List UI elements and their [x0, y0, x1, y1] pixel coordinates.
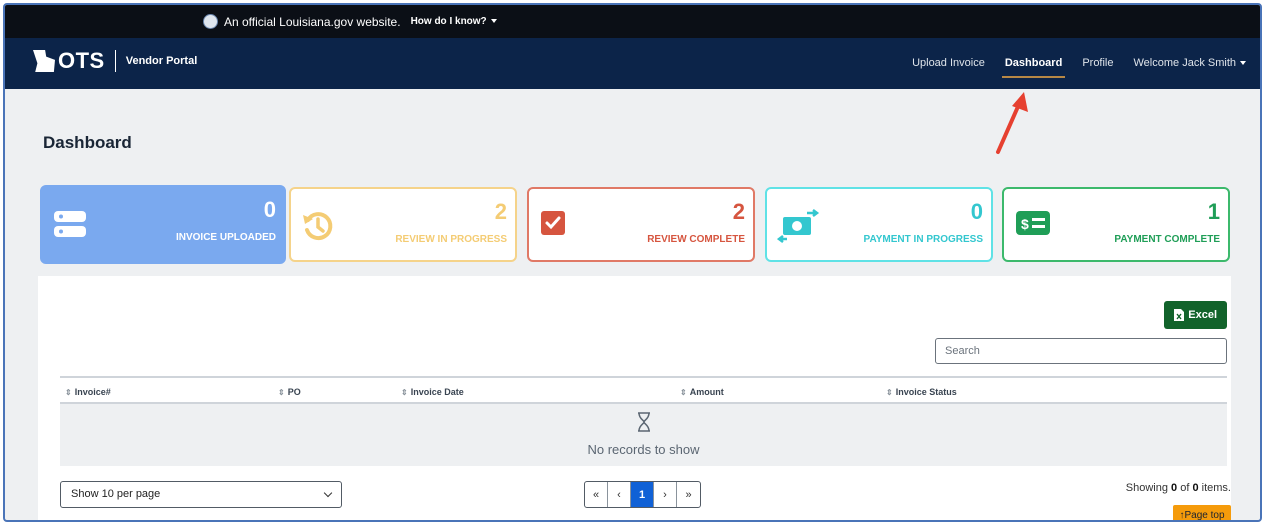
- page-1-button[interactable]: 1: [631, 482, 654, 507]
- col-invoice-date[interactable]: ⇕ Invoice Date: [401, 387, 464, 397]
- empty-state: No records to show: [60, 404, 1227, 466]
- excel-label: Excel: [1188, 309, 1217, 321]
- next-page-button[interactable]: ›: [654, 482, 677, 507]
- col-invoice-status[interactable]: ⇕ Invoice Status: [886, 387, 957, 397]
- nav-dashboard[interactable]: Dashboard: [1001, 57, 1066, 78]
- page-top-button[interactable]: ↑ Page top: [1173, 505, 1231, 521]
- excel-export-button[interactable]: Excel: [1164, 301, 1227, 329]
- how-do-i-know-label: How do I know?: [410, 16, 487, 27]
- prev-page-button[interactable]: ‹: [608, 482, 631, 507]
- last-page-button[interactable]: »: [677, 482, 700, 507]
- checkbox-icon: [541, 211, 565, 235]
- sort-icon: ⇕: [278, 388, 285, 397]
- logo-divider: [114, 50, 116, 72]
- card-label: REVIEW COMPLETE: [647, 234, 745, 245]
- invoice-table: ⇕ Invoice# ⇕ PO ⇕ Invoice Date ⇕ Amount ⇕ Inv…: [60, 376, 1227, 466]
- card-count: 1: [1207, 199, 1220, 224]
- dollar-list-icon: $: [1016, 211, 1050, 235]
- file-excel-icon: [1174, 309, 1185, 321]
- card-review-in-progress[interactable]: 2 REVIEW IN PROGRESS: [289, 187, 517, 262]
- card-count: 0: [970, 199, 983, 224]
- card-count: 2: [732, 199, 745, 224]
- caret-down-icon: [1240, 61, 1246, 66]
- louisiana-seal-icon: [203, 14, 218, 29]
- status-cards: 0 INVOICE UPLOADED 2 REVIEW IN PROGRESS …: [40, 185, 1230, 264]
- card-invoice-uploaded[interactable]: 0 INVOICE UPLOADED: [40, 185, 286, 264]
- card-review-complete[interactable]: 2 REVIEW COMPLETE: [527, 187, 755, 262]
- user-menu-label: Welcome Jack Smith: [1133, 57, 1237, 69]
- logo-text: OTS: [58, 48, 105, 73]
- portal-name: Vendor Portal: [125, 55, 198, 67]
- showing-total-value: 0: [1192, 482, 1199, 494]
- page-top-label: Page top: [1184, 510, 1225, 521]
- card-label: PAYMENT COMPLETE: [1114, 234, 1220, 245]
- card-label: REVIEW IN PROGRESS: [395, 234, 507, 245]
- chevron-down-icon: [490, 19, 497, 24]
- svg-text:$: $: [1021, 216, 1029, 232]
- invoice-panel: Excel Search ⇕ Invoice# ⇕ PO ⇕ Invoice Date…: [38, 276, 1231, 521]
- col-label: Invoice Status: [895, 387, 957, 397]
- sort-icon: ⇕: [886, 388, 893, 397]
- col-label: Invoice#: [74, 387, 111, 397]
- col-invoice-number[interactable]: ⇕ Invoice#: [65, 387, 111, 397]
- pagination: « ‹ 1 › »: [584, 481, 701, 508]
- col-label: Amount: [689, 387, 724, 397]
- empty-message: No records to show: [587, 442, 700, 457]
- col-label: PO: [287, 387, 301, 397]
- annotation-arrow-icon: [996, 92, 1028, 154]
- per-page-select[interactable]: Show 10 per page: [60, 481, 342, 508]
- showing-suffix: items.: [1201, 482, 1231, 494]
- money-exchange-icon: [777, 209, 820, 243]
- card-count: 2: [494, 199, 507, 224]
- per-page-value: Show 10 per page: [71, 488, 161, 500]
- nav-links: Upload Invoice Dashboard Profile Welcome…: [912, 57, 1246, 78]
- showing-count-value: 0: [1171, 482, 1178, 494]
- search-input[interactable]: Search: [935, 338, 1227, 364]
- ots-logo[interactable]: OTS Vendor Portal: [33, 48, 197, 74]
- how-do-i-know-link[interactable]: How do I know?: [411, 16, 497, 27]
- chevron-down-icon: [323, 488, 333, 498]
- sort-icon: ⇕: [680, 388, 687, 397]
- sort-icon: ⇕: [65, 388, 72, 397]
- history-icon: [303, 212, 333, 241]
- card-payment-in-progress[interactable]: 0 PAYMENT IN PROGRESS: [765, 187, 993, 262]
- gov-banner-text: An official Louisiana.gov website.: [224, 14, 401, 29]
- card-payment-complete[interactable]: $ 1 PAYMENT COMPLETE: [1002, 187, 1230, 262]
- card-count: 0: [263, 197, 276, 222]
- table-header: ⇕ Invoice# ⇕ PO ⇕ Invoice Date ⇕ Amount ⇕ Inv…: [60, 376, 1227, 404]
- page-title: Dashboard: [43, 133, 132, 152]
- louisiana-state-icon: [33, 50, 55, 72]
- sort-icon: ⇕: [401, 388, 408, 397]
- server-icon: [54, 211, 86, 237]
- gov-banner: An official Louisiana.gov website. How d…: [5, 5, 1260, 38]
- showing-of: of: [1180, 482, 1190, 494]
- showing-count: Showing 0 of 0 items.: [1126, 482, 1231, 494]
- col-po[interactable]: ⇕ PO: [278, 387, 301, 397]
- showing-prefix: Showing: [1125, 482, 1168, 494]
- first-page-button[interactable]: «: [585, 482, 608, 507]
- browser-frame: An official Louisiana.gov website. How d…: [3, 3, 1262, 522]
- col-amount[interactable]: ⇕ Amount: [680, 387, 724, 397]
- nav-profile[interactable]: Profile: [1082, 57, 1113, 69]
- hourglass-icon: [637, 412, 650, 432]
- card-label: INVOICE UPLOADED: [175, 232, 276, 243]
- col-label: Invoice Date: [410, 387, 464, 397]
- top-navbar: OTS Vendor Portal Upload Invoice Dashboa…: [5, 38, 1260, 89]
- card-label: PAYMENT IN PROGRESS: [863, 234, 983, 245]
- nav-upload-invoice[interactable]: Upload Invoice: [912, 57, 985, 69]
- nav-user-menu[interactable]: Welcome Jack Smith: [1133, 57, 1246, 69]
